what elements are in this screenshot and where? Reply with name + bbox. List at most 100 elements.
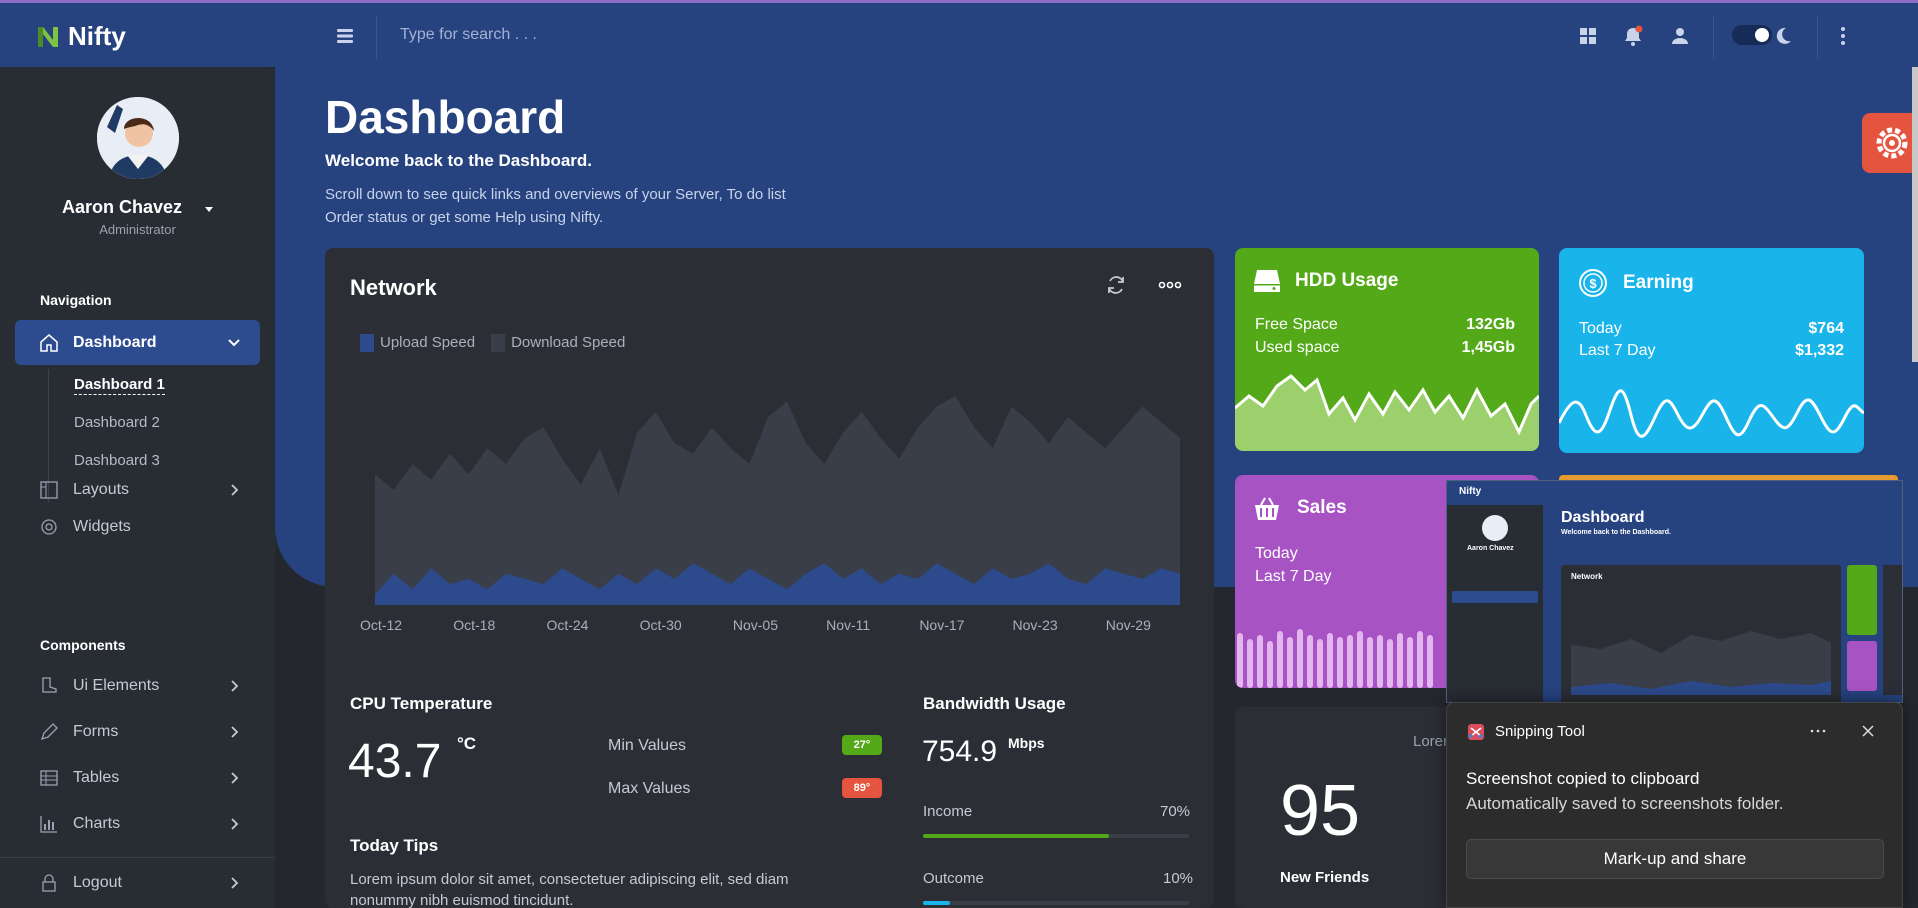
tips-title: Today Tips [350, 836, 439, 855]
page-scrollbar[interactable] [1912, 67, 1918, 362]
friends-card: Lorem 95 New Friends [1235, 707, 1475, 908]
sidebar-item-ui-elements[interactable]: Ui Elements [15, 666, 260, 706]
bandwidth-unit: Mbps [1008, 735, 1045, 751]
chart-icon [40, 816, 57, 833]
x-tick-label: Oct-24 [546, 617, 588, 633]
moon-icon[interactable] [1772, 25, 1794, 47]
menu-icon[interactable] [334, 25, 356, 47]
avatar[interactable] [97, 97, 179, 179]
search-input[interactable] [400, 17, 1000, 53]
toast-app-name: Snipping Tool [1495, 723, 1585, 740]
earning-week-label: Last 7 Day [1579, 342, 1656, 359]
used-space-value: 1,45Gb [1461, 339, 1515, 356]
friends-count: 95 [1280, 771, 1361, 851]
bandwidth-value: 754.9 [922, 735, 998, 768]
legend-label: Download Speed [511, 334, 626, 351]
sidebar-subitem-dashboard-2[interactable]: Dashboard 2 [74, 414, 160, 431]
sidebar-item-charts[interactable]: Charts [15, 804, 260, 844]
used-space-label: Used space [1255, 339, 1340, 356]
more-vertical-icon[interactable] [1832, 25, 1854, 47]
x-tick-label: Nov-29 [1106, 617, 1151, 633]
caret-down-icon[interactable] [203, 204, 215, 214]
sales-week-label: Last 7 Day [1255, 568, 1332, 585]
preview-user: Aaron Chavez [1467, 545, 1514, 552]
sidebar-item-dashboard[interactable]: Dashboard [15, 320, 260, 365]
x-tick-label: Oct-18 [453, 617, 495, 633]
theme-toggle[interactable] [1732, 25, 1772, 45]
close-icon[interactable] [1861, 724, 1875, 738]
preview-network-card: Network [1561, 565, 1841, 702]
home-icon [40, 333, 58, 352]
toast-message: Screenshot copied to clipboard [1466, 769, 1700, 788]
preview-green-tile [1847, 565, 1877, 635]
more-horizontal-icon[interactable] [1158, 278, 1182, 292]
sales-title: Sales [1297, 497, 1347, 518]
income-label: Income [923, 803, 973, 820]
x-tick-label: Oct-12 [360, 617, 402, 633]
x-tick-label: Nov-23 [1013, 617, 1058, 633]
nav-section-title: Navigation [40, 292, 112, 308]
cpu-unit: °C [457, 734, 477, 753]
gear-icon [1876, 127, 1908, 159]
sidebar-divider [0, 857, 275, 858]
outcome-label: Outcome [923, 870, 984, 887]
user-role: Administrator [99, 222, 176, 237]
sidebar-item-forms[interactable]: Forms [15, 712, 260, 752]
friends-label: New Friends [1280, 869, 1370, 886]
earning-week-value: $1,332 [1795, 342, 1844, 359]
basket-icon [1255, 497, 1279, 520]
welcome-text: Welcome back to the Dashboard. [325, 151, 593, 170]
chevron-right-icon [231, 680, 239, 692]
chevron-right-icon [231, 772, 239, 784]
chart-legend: Upload Speed Download Speed [360, 334, 626, 353]
page-description: Scroll down to see quick links and overv… [325, 183, 885, 229]
markup-and-share-button[interactable]: Mark-up and share [1466, 839, 1884, 879]
sidebar-item-label: Ui Elements [73, 677, 160, 694]
preview-avatar [1482, 515, 1508, 541]
sidebar-item-label: Logout [73, 874, 122, 891]
preview-network-title: Network [1571, 572, 1603, 581]
legend-item-upload[interactable]: Upload Speed [360, 334, 475, 353]
top-header: Nifty [0, 3, 1918, 67]
earning-sparkline [1559, 389, 1864, 438]
snipping-tool-toast: Snipping Tool Screenshot copied to clipb… [1446, 702, 1903, 908]
x-tick-label: Nov-17 [919, 617, 964, 633]
sidebar-item-label: Tables [73, 769, 120, 786]
refresh-icon[interactable] [1105, 274, 1127, 296]
sidebar-item-logout[interactable]: Logout [15, 863, 260, 903]
tips-line: Lorem ipsum dolor sit amet, consectetuer… [350, 871, 789, 888]
x-tick-label: Nov-11 [826, 617, 870, 633]
brand[interactable]: Nifty [36, 21, 126, 52]
grid-icon[interactable] [1577, 25, 1599, 47]
chevron-right-icon [231, 877, 239, 889]
sidebar-item-label: Dashboard [73, 333, 157, 351]
screenshot-preview[interactable]: Nifty Aaron Chavez Dashboard Welcome bac… [1446, 480, 1903, 703]
bandwidth-title: Bandwidth Usage [923, 694, 1066, 713]
bell-icon[interactable] [1622, 25, 1644, 47]
preview-brand: Nifty [1459, 486, 1482, 497]
legend-item-download[interactable]: Download Speed [491, 334, 626, 353]
sidebar-item-label: Layouts [73, 481, 130, 498]
sidebar-subitem-dashboard-3[interactable]: Dashboard 3 [74, 452, 160, 469]
sidebar-subitem-dashboard-1[interactable]: Dashboard 1 [74, 376, 165, 395]
sidebar-item-layouts[interactable]: Layouts [15, 470, 260, 510]
user-name[interactable]: Aaron Chavez [62, 197, 182, 218]
sidebar-item-label: Charts [73, 815, 121, 832]
more-horizontal-icon[interactable] [1809, 727, 1827, 735]
cpu-value: 43.7 [348, 735, 442, 788]
layout-icon [40, 481, 58, 499]
preview-chart [1571, 631, 1831, 695]
chevron-right-icon [231, 818, 239, 830]
chevron-down-icon [228, 338, 240, 346]
pen-icon [40, 723, 58, 741]
settings-tab[interactable] [1862, 113, 1918, 173]
sidebar-item-tables[interactable]: Tables [15, 758, 260, 798]
user-icon[interactable] [1669, 25, 1691, 47]
boot-icon [42, 677, 57, 693]
tips-line: nonummy nibh euismod tincidunt. [350, 892, 574, 908]
sidebar-item-widgets[interactable]: Widgets [15, 507, 260, 547]
x-tick-label: Nov-05 [733, 617, 778, 633]
earning-today-value: $764 [1808, 320, 1844, 337]
earning-card: $ Earning Today $764 Last 7 Day $1,332 [1559, 248, 1864, 453]
free-space-value: 132Gb [1466, 316, 1515, 333]
